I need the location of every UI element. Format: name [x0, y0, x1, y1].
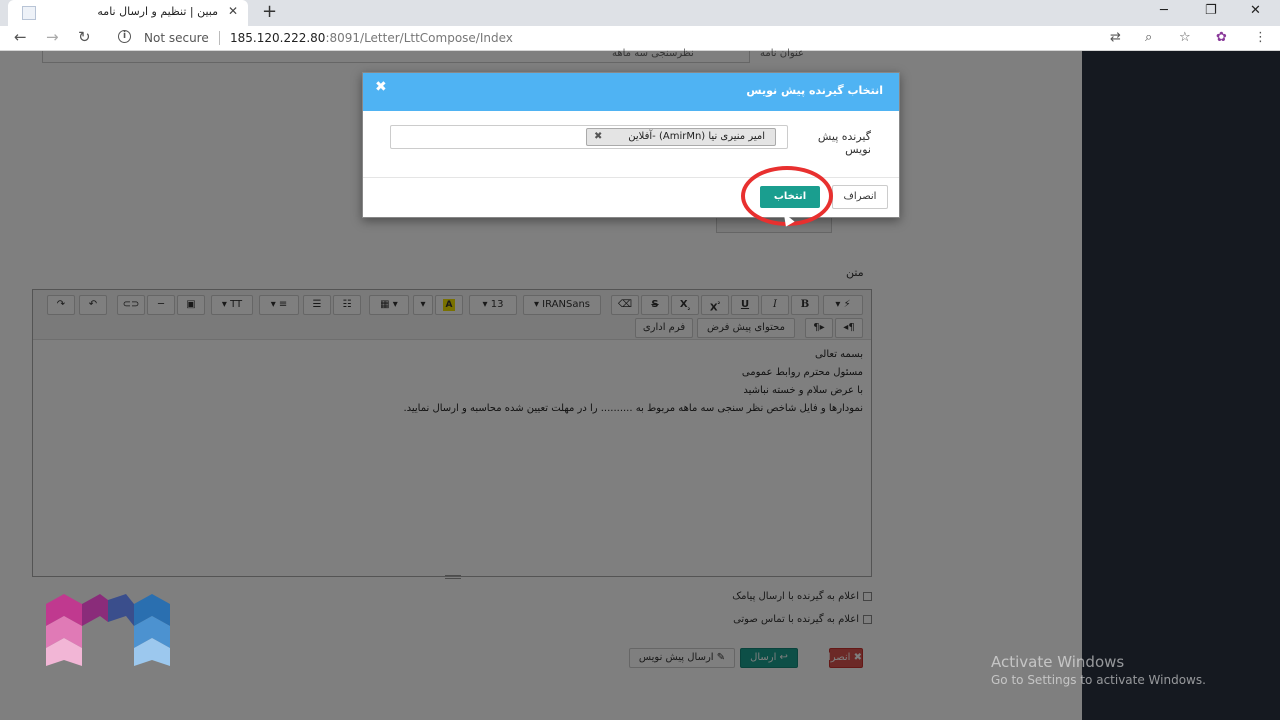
url-path: :8091/Letter/LttCompose/Index — [325, 31, 513, 45]
browser-tab-strip: مبین | تنظیم و ارسال نامه ✕ + ─ ❐ ✕ — [0, 0, 1280, 26]
reload-icon[interactable]: ↻ — [78, 28, 91, 46]
url-host: 185.120.222.80 — [230, 31, 326, 45]
restore-icon[interactable]: ❐ — [1205, 3, 1217, 18]
tab-close-icon[interactable]: ✕ — [228, 4, 238, 18]
dialog-title: انتخاب گیرنده پیش نویس — [746, 84, 883, 97]
selected-recipient-tag: ✖ امیر منیری نیا (AmirMn) -آفلاین — [586, 128, 776, 146]
dialog-cancel-button[interactable]: انصراف — [832, 185, 888, 209]
site-info-icon[interactable]: i — [118, 30, 131, 43]
recipient-label: گیرنده پیش نویس — [817, 130, 871, 156]
activate-title: Activate Windows — [991, 653, 1125, 671]
page-favicon-icon — [22, 6, 36, 20]
zoom-icon[interactable]: ⌕ — [1145, 30, 1152, 45]
remove-tag-icon[interactable]: ✖ — [594, 129, 602, 145]
mobin-logo — [46, 594, 170, 666]
forward-icon[interactable]: → — [46, 28, 59, 46]
recipient-select[interactable]: ✖ امیر منیری نیا (AmirMn) -آفلاین — [390, 125, 788, 149]
new-tab-icon[interactable]: + — [262, 1, 277, 22]
window-close-icon[interactable]: ✕ — [1250, 3, 1261, 18]
omnibox-separator — [219, 31, 220, 45]
dialog-header: انتخاب گیرنده پیش نویس ✖ — [363, 73, 899, 111]
dialog-close-icon[interactable]: ✖ — [375, 79, 387, 95]
minimize-icon[interactable]: ─ — [1160, 3, 1168, 18]
activate-windows-watermark: Activate Windows Go to Settings to activ… — [991, 653, 1206, 687]
extension-icon[interactable]: ✿ — [1216, 30, 1227, 45]
selected-recipient-text: امیر منیری نیا (AmirMn) -آفلاین — [628, 131, 765, 142]
browser-tab[interactable]: مبین | تنظیم و ارسال نامه ✕ — [8, 0, 248, 26]
menu-icon[interactable]: ⋮ — [1254, 30, 1267, 45]
address-bar[interactable]: i Not secure 185.120.222.80:8091/Letter/… — [110, 28, 1210, 48]
not-secure-label: Not secure — [144, 31, 209, 45]
translate-icon[interactable]: ⇄ — [1110, 30, 1121, 45]
tab-title: مبین | تنظیم و ارسال نامه — [97, 5, 218, 18]
bookmark-star-icon[interactable]: ☆ — [1179, 30, 1191, 45]
url-text[interactable]: 185.120.222.80:8091/Letter/LttCompose/In… — [230, 31, 513, 45]
back-icon[interactable]: ← — [14, 28, 27, 46]
activate-subtitle: Go to Settings to activate Windows. — [991, 673, 1206, 687]
